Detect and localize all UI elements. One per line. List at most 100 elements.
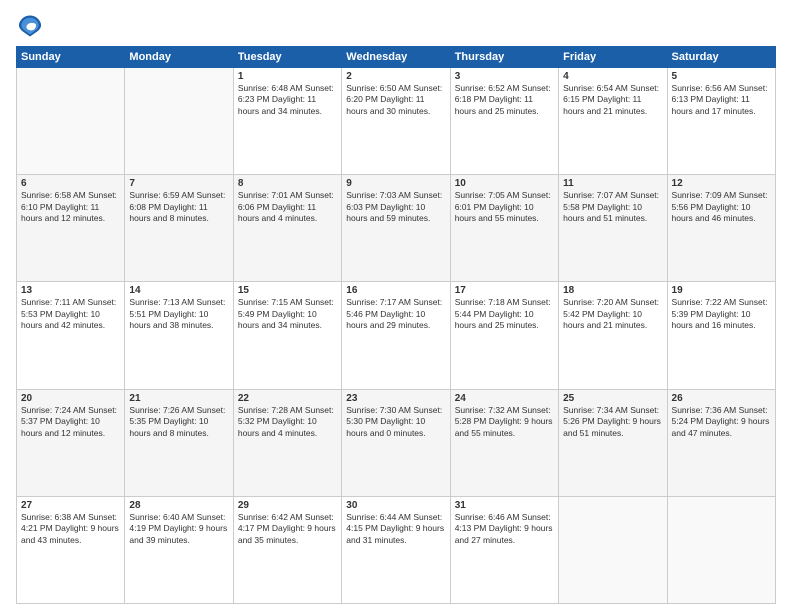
day-info: Sunrise: 7:18 AM Sunset: 5:44 PM Dayligh… bbox=[455, 297, 554, 331]
calendar-day-cell: 13Sunrise: 7:11 AM Sunset: 5:53 PM Dayli… bbox=[17, 282, 125, 389]
day-info: Sunrise: 6:44 AM Sunset: 4:15 PM Dayligh… bbox=[346, 512, 445, 546]
day-number: 20 bbox=[21, 393, 120, 404]
day-info: Sunrise: 7:32 AM Sunset: 5:28 PM Dayligh… bbox=[455, 405, 554, 439]
day-info: Sunrise: 7:15 AM Sunset: 5:49 PM Dayligh… bbox=[238, 297, 337, 331]
day-number: 5 bbox=[672, 71, 771, 82]
day-info: Sunrise: 7:09 AM Sunset: 5:56 PM Dayligh… bbox=[672, 190, 771, 224]
header bbox=[16, 12, 776, 40]
day-number: 19 bbox=[672, 285, 771, 296]
day-number: 11 bbox=[563, 178, 662, 189]
day-number: 18 bbox=[563, 285, 662, 296]
day-number: 10 bbox=[455, 178, 554, 189]
day-info: Sunrise: 7:01 AM Sunset: 6:06 PM Dayligh… bbox=[238, 190, 337, 224]
calendar-day-cell: 24Sunrise: 7:32 AM Sunset: 5:28 PM Dayli… bbox=[450, 389, 558, 496]
calendar-day-cell: 27Sunrise: 6:38 AM Sunset: 4:21 PM Dayli… bbox=[17, 496, 125, 603]
day-number: 31 bbox=[455, 500, 554, 511]
calendar-week-row: 1Sunrise: 6:48 AM Sunset: 6:23 PM Daylig… bbox=[17, 68, 776, 175]
calendar-day-cell: 9Sunrise: 7:03 AM Sunset: 6:03 PM Daylig… bbox=[342, 175, 450, 282]
day-number: 13 bbox=[21, 285, 120, 296]
day-info: Sunrise: 7:03 AM Sunset: 6:03 PM Dayligh… bbox=[346, 190, 445, 224]
calendar-day-cell: 29Sunrise: 6:42 AM Sunset: 4:17 PM Dayli… bbox=[233, 496, 341, 603]
calendar-day-cell: 31Sunrise: 6:46 AM Sunset: 4:13 PM Dayli… bbox=[450, 496, 558, 603]
day-info: Sunrise: 6:40 AM Sunset: 4:19 PM Dayligh… bbox=[129, 512, 228, 546]
calendar-day-cell: 18Sunrise: 7:20 AM Sunset: 5:42 PM Dayli… bbox=[559, 282, 667, 389]
day-info: Sunrise: 7:17 AM Sunset: 5:46 PM Dayligh… bbox=[346, 297, 445, 331]
day-info: Sunrise: 7:30 AM Sunset: 5:30 PM Dayligh… bbox=[346, 405, 445, 439]
day-number: 1 bbox=[238, 71, 337, 82]
calendar-day-cell: 5Sunrise: 6:56 AM Sunset: 6:13 PM Daylig… bbox=[667, 68, 775, 175]
day-info: Sunrise: 6:56 AM Sunset: 6:13 PM Dayligh… bbox=[672, 83, 771, 117]
day-number: 22 bbox=[238, 393, 337, 404]
day-number: 21 bbox=[129, 393, 228, 404]
calendar-week-row: 20Sunrise: 7:24 AM Sunset: 5:37 PM Dayli… bbox=[17, 389, 776, 496]
day-number: 4 bbox=[563, 71, 662, 82]
calendar-day-cell: 16Sunrise: 7:17 AM Sunset: 5:46 PM Dayli… bbox=[342, 282, 450, 389]
calendar-day-cell bbox=[17, 68, 125, 175]
day-info: Sunrise: 7:13 AM Sunset: 5:51 PM Dayligh… bbox=[129, 297, 228, 331]
calendar-day-cell: 26Sunrise: 7:36 AM Sunset: 5:24 PM Dayli… bbox=[667, 389, 775, 496]
day-of-week-header: Tuesday bbox=[233, 47, 341, 68]
day-number: 29 bbox=[238, 500, 337, 511]
day-info: Sunrise: 7:20 AM Sunset: 5:42 PM Dayligh… bbox=[563, 297, 662, 331]
day-number: 3 bbox=[455, 71, 554, 82]
calendar-day-cell: 8Sunrise: 7:01 AM Sunset: 6:06 PM Daylig… bbox=[233, 175, 341, 282]
calendar-day-cell: 30Sunrise: 6:44 AM Sunset: 4:15 PM Dayli… bbox=[342, 496, 450, 603]
day-info: Sunrise: 7:11 AM Sunset: 5:53 PM Dayligh… bbox=[21, 297, 120, 331]
day-info: Sunrise: 7:26 AM Sunset: 5:35 PM Dayligh… bbox=[129, 405, 228, 439]
calendar-day-cell: 15Sunrise: 7:15 AM Sunset: 5:49 PM Dayli… bbox=[233, 282, 341, 389]
day-number: 25 bbox=[563, 393, 662, 404]
calendar-day-cell: 1Sunrise: 6:48 AM Sunset: 6:23 PM Daylig… bbox=[233, 68, 341, 175]
day-info: Sunrise: 6:54 AM Sunset: 6:15 PM Dayligh… bbox=[563, 83, 662, 117]
calendar-day-cell: 10Sunrise: 7:05 AM Sunset: 6:01 PM Dayli… bbox=[450, 175, 558, 282]
day-number: 23 bbox=[346, 393, 445, 404]
day-info: Sunrise: 7:36 AM Sunset: 5:24 PM Dayligh… bbox=[672, 405, 771, 439]
day-of-week-header: Friday bbox=[559, 47, 667, 68]
calendar-day-cell: 17Sunrise: 7:18 AM Sunset: 5:44 PM Dayli… bbox=[450, 282, 558, 389]
calendar-day-cell: 19Sunrise: 7:22 AM Sunset: 5:39 PM Dayli… bbox=[667, 282, 775, 389]
day-number: 24 bbox=[455, 393, 554, 404]
day-number: 9 bbox=[346, 178, 445, 189]
page: SundayMondayTuesdayWednesdayThursdayFrid… bbox=[0, 0, 792, 612]
calendar-day-cell: 14Sunrise: 7:13 AM Sunset: 5:51 PM Dayli… bbox=[125, 282, 233, 389]
day-number: 17 bbox=[455, 285, 554, 296]
calendar-day-cell: 3Sunrise: 6:52 AM Sunset: 6:18 PM Daylig… bbox=[450, 68, 558, 175]
day-info: Sunrise: 6:38 AM Sunset: 4:21 PM Dayligh… bbox=[21, 512, 120, 546]
day-number: 2 bbox=[346, 71, 445, 82]
day-info: Sunrise: 6:50 AM Sunset: 6:20 PM Dayligh… bbox=[346, 83, 445, 117]
day-info: Sunrise: 7:05 AM Sunset: 6:01 PM Dayligh… bbox=[455, 190, 554, 224]
day-of-week-header: Monday bbox=[125, 47, 233, 68]
calendar-day-cell: 21Sunrise: 7:26 AM Sunset: 5:35 PM Dayli… bbox=[125, 389, 233, 496]
days-header-row: SundayMondayTuesdayWednesdayThursdayFrid… bbox=[17, 47, 776, 68]
day-number: 15 bbox=[238, 285, 337, 296]
calendar-day-cell bbox=[667, 496, 775, 603]
logo bbox=[16, 12, 46, 40]
calendar-day-cell: 23Sunrise: 7:30 AM Sunset: 5:30 PM Dayli… bbox=[342, 389, 450, 496]
day-number: 30 bbox=[346, 500, 445, 511]
day-of-week-header: Thursday bbox=[450, 47, 558, 68]
calendar-day-cell: 4Sunrise: 6:54 AM Sunset: 6:15 PM Daylig… bbox=[559, 68, 667, 175]
day-info: Sunrise: 6:48 AM Sunset: 6:23 PM Dayligh… bbox=[238, 83, 337, 117]
calendar-day-cell: 12Sunrise: 7:09 AM Sunset: 5:56 PM Dayli… bbox=[667, 175, 775, 282]
day-number: 28 bbox=[129, 500, 228, 511]
day-info: Sunrise: 7:22 AM Sunset: 5:39 PM Dayligh… bbox=[672, 297, 771, 331]
calendar-day-cell: 2Sunrise: 6:50 AM Sunset: 6:20 PM Daylig… bbox=[342, 68, 450, 175]
day-number: 16 bbox=[346, 285, 445, 296]
day-info: Sunrise: 6:58 AM Sunset: 6:10 PM Dayligh… bbox=[21, 190, 120, 224]
day-info: Sunrise: 7:28 AM Sunset: 5:32 PM Dayligh… bbox=[238, 405, 337, 439]
calendar-day-cell bbox=[125, 68, 233, 175]
calendar-day-cell: 20Sunrise: 7:24 AM Sunset: 5:37 PM Dayli… bbox=[17, 389, 125, 496]
day-info: Sunrise: 6:42 AM Sunset: 4:17 PM Dayligh… bbox=[238, 512, 337, 546]
day-number: 14 bbox=[129, 285, 228, 296]
day-number: 7 bbox=[129, 178, 228, 189]
day-of-week-header: Wednesday bbox=[342, 47, 450, 68]
day-of-week-header: Saturday bbox=[667, 47, 775, 68]
day-number: 8 bbox=[238, 178, 337, 189]
day-info: Sunrise: 7:07 AM Sunset: 5:58 PM Dayligh… bbox=[563, 190, 662, 224]
day-of-week-header: Sunday bbox=[17, 47, 125, 68]
logo-icon bbox=[16, 12, 44, 40]
calendar-day-cell: 7Sunrise: 6:59 AM Sunset: 6:08 PM Daylig… bbox=[125, 175, 233, 282]
calendar-day-cell: 28Sunrise: 6:40 AM Sunset: 4:19 PM Dayli… bbox=[125, 496, 233, 603]
day-number: 26 bbox=[672, 393, 771, 404]
day-info: Sunrise: 6:59 AM Sunset: 6:08 PM Dayligh… bbox=[129, 190, 228, 224]
day-info: Sunrise: 6:52 AM Sunset: 6:18 PM Dayligh… bbox=[455, 83, 554, 117]
